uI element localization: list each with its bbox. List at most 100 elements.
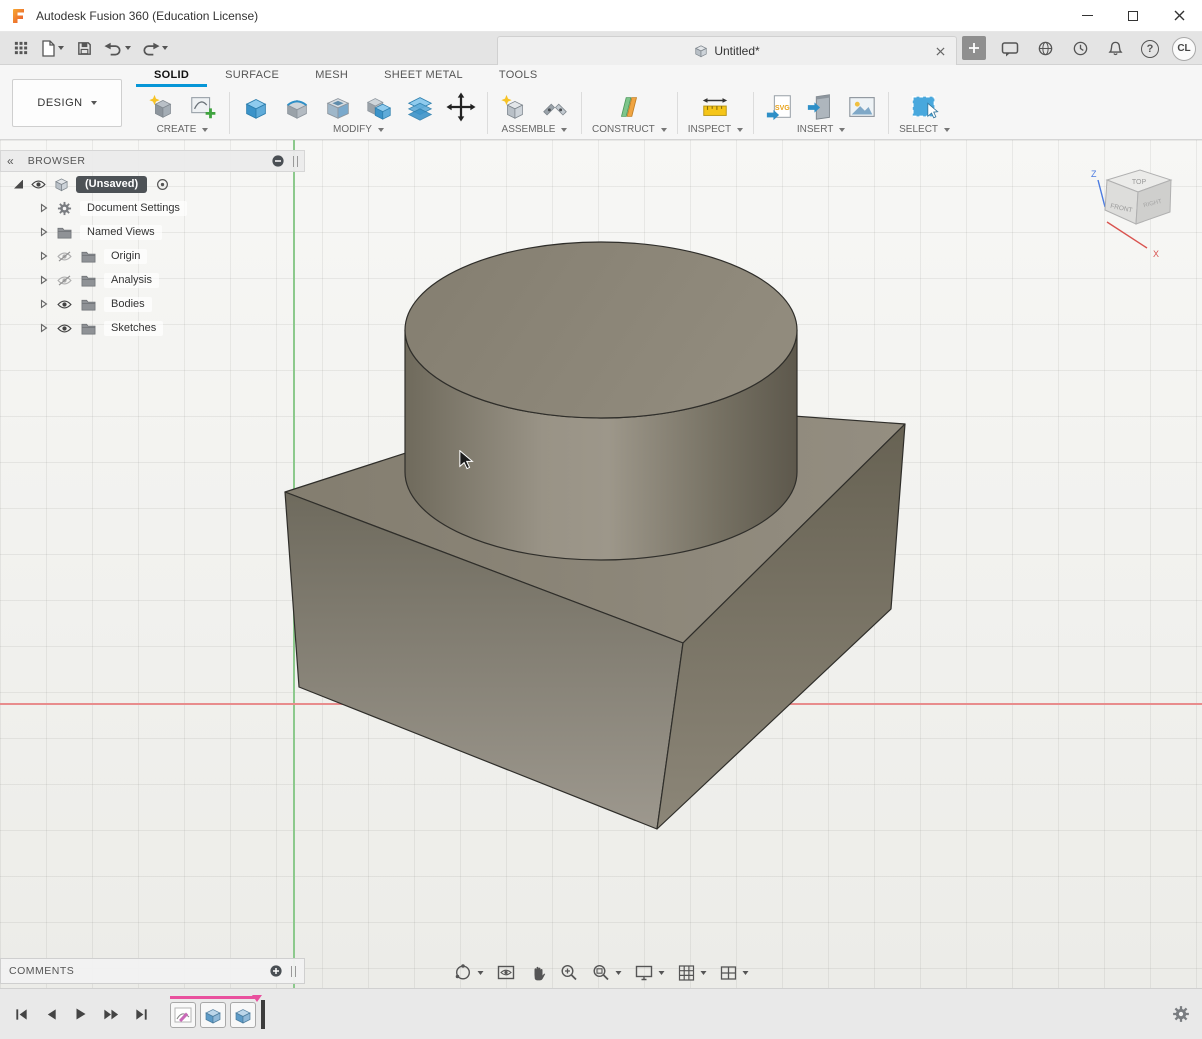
expander-icon[interactable] (40, 323, 48, 333)
orbit-button[interactable] (454, 963, 484, 982)
browser-row-bodies: Bodies (0, 292, 305, 316)
tab-mesh[interactable]: MESH (297, 69, 366, 87)
visibility-toggle[interactable] (56, 273, 72, 287)
user-avatar[interactable]: CL (1172, 37, 1196, 61)
select-button[interactable] (909, 91, 941, 123)
step-forward-button[interactable] (100, 1003, 122, 1025)
construct-plane-icon (614, 92, 644, 122)
shell-button[interactable] (322, 91, 354, 123)
group-select-dropdown[interactable]: SELECT (899, 124, 950, 137)
view-cube[interactable]: Z X TOP FRONT RIGHT (1085, 162, 1185, 262)
new-document-tab-button[interactable] (962, 36, 986, 60)
timeline-bar (0, 988, 1202, 1039)
file-menu-button[interactable] (38, 35, 67, 61)
zoom-button[interactable] (560, 963, 579, 982)
job-status-button[interactable] (1067, 36, 1093, 62)
measure-button[interactable] (699, 91, 731, 123)
fit-button[interactable] (592, 963, 622, 982)
expand-comments-icon[interactable] (269, 964, 283, 978)
expander-icon[interactable] (40, 275, 48, 285)
browser-item-label[interactable]: Document Settings (80, 201, 187, 216)
comments-resize-grip[interactable] (291, 966, 296, 977)
group-create-dropdown[interactable]: CREATE (157, 124, 209, 137)
browser-item-label[interactable]: Origin (104, 249, 147, 264)
root-visibility-toggle[interactable] (30, 177, 46, 191)
visibility-toggle[interactable] (56, 297, 72, 311)
timeline-sketch-feature[interactable] (170, 1002, 196, 1028)
create-form-icon (147, 92, 177, 122)
redo-button[interactable] (138, 35, 171, 61)
combine-button[interactable] (363, 91, 395, 123)
create-sketch-button[interactable] (187, 91, 219, 123)
maximize-button[interactable] (1110, 0, 1156, 32)
create-form-button[interactable] (146, 91, 178, 123)
pan-button[interactable] (529, 964, 547, 982)
browser-item-label[interactable]: Named Views (80, 225, 162, 240)
timeline-extrude-feature[interactable] (230, 1002, 256, 1028)
browser-resize-grip[interactable] (293, 156, 298, 167)
group-modify-dropdown[interactable]: MODIFY (333, 124, 384, 137)
viewports-button[interactable] (720, 965, 749, 981)
insert-svg-button[interactable]: SVG (764, 91, 796, 123)
offset-face-button[interactable] (404, 91, 436, 123)
go-to-end-button[interactable] (130, 1003, 152, 1025)
notifications-button[interactable] (1102, 36, 1128, 62)
expander-icon[interactable] (40, 299, 48, 309)
group-inspect-caret-icon (737, 128, 743, 132)
move-button[interactable] (445, 91, 477, 123)
browser-item-label[interactable]: Analysis (104, 273, 159, 288)
web-button[interactable] (1032, 36, 1058, 62)
tab-solid[interactable]: SOLID (136, 69, 207, 87)
undo-button[interactable] (101, 35, 134, 61)
timeline-settings-gear-icon[interactable] (1172, 1005, 1190, 1023)
canvas-button[interactable] (846, 91, 878, 123)
press-pull-button[interactable] (240, 91, 272, 123)
play-button[interactable] (70, 1003, 92, 1025)
look-at-button[interactable] (497, 963, 516, 982)
timeline-playhead[interactable] (261, 1000, 265, 1029)
expander-icon[interactable] (40, 227, 48, 237)
new-component-button[interactable] (498, 91, 530, 123)
grid-snap-button[interactable] (678, 964, 707, 982)
viewport-3d[interactable]: Z X TOP FRONT RIGHT « BROWSER (0, 140, 1202, 988)
save-button[interactable] (71, 35, 97, 61)
step-back-button[interactable] (40, 1003, 62, 1025)
tab-sheet-metal[interactable]: SHEET METAL (366, 69, 481, 87)
visibility-toggle[interactable] (56, 321, 72, 335)
document-tab-close-button[interactable] (932, 43, 948, 59)
close-button[interactable] (1156, 0, 1202, 32)
folder-icon (80, 273, 96, 287)
activate-component-radio[interactable] (154, 177, 170, 191)
go-to-start-button[interactable] (10, 1003, 32, 1025)
root-expander-icon[interactable] (14, 180, 23, 189)
document-tab[interactable]: Untitled* (497, 36, 957, 65)
comments-panel-button[interactable] (997, 36, 1023, 62)
construct-plane-button[interactable] (613, 91, 645, 123)
account-toolbar: ? CL (997, 32, 1196, 65)
help-button[interactable]: ? (1137, 36, 1163, 62)
app-grid-button[interactable] (8, 35, 34, 61)
browser-minimize-icon[interactable] (271, 154, 285, 168)
root-document-name[interactable]: (Unsaved) (76, 176, 147, 193)
expander-icon[interactable] (40, 251, 48, 261)
browser-item-label[interactable]: Bodies (104, 297, 152, 312)
timeline-extrude-feature[interactable] (200, 1002, 226, 1028)
group-assemble-dropdown[interactable]: ASSEMBLE (502, 124, 568, 137)
display-settings-button[interactable] (635, 964, 665, 981)
insert-derive-button[interactable] (805, 91, 837, 123)
collapse-browser-icon[interactable]: « (7, 154, 14, 168)
workspace-selector-button[interactable]: DESIGN (12, 79, 122, 127)
comments-bar[interactable]: COMMENTS (0, 958, 305, 984)
joint-button[interactable] (539, 91, 571, 123)
expander-icon[interactable] (40, 203, 48, 213)
tab-surface[interactable]: SURFACE (207, 69, 297, 87)
cylinder-top-face[interactable] (405, 242, 797, 418)
tab-tools[interactable]: TOOLS (481, 69, 556, 87)
visibility-toggle[interactable] (56, 249, 72, 263)
browser-item-label[interactable]: Sketches (104, 321, 163, 336)
minimize-button[interactable] (1064, 0, 1110, 32)
group-construct-dropdown[interactable]: CONSTRUCT (592, 124, 667, 137)
fillet-button[interactable] (281, 91, 313, 123)
group-inspect-dropdown[interactable]: INSPECT (688, 124, 743, 137)
group-insert-dropdown[interactable]: INSERT (797, 124, 846, 137)
